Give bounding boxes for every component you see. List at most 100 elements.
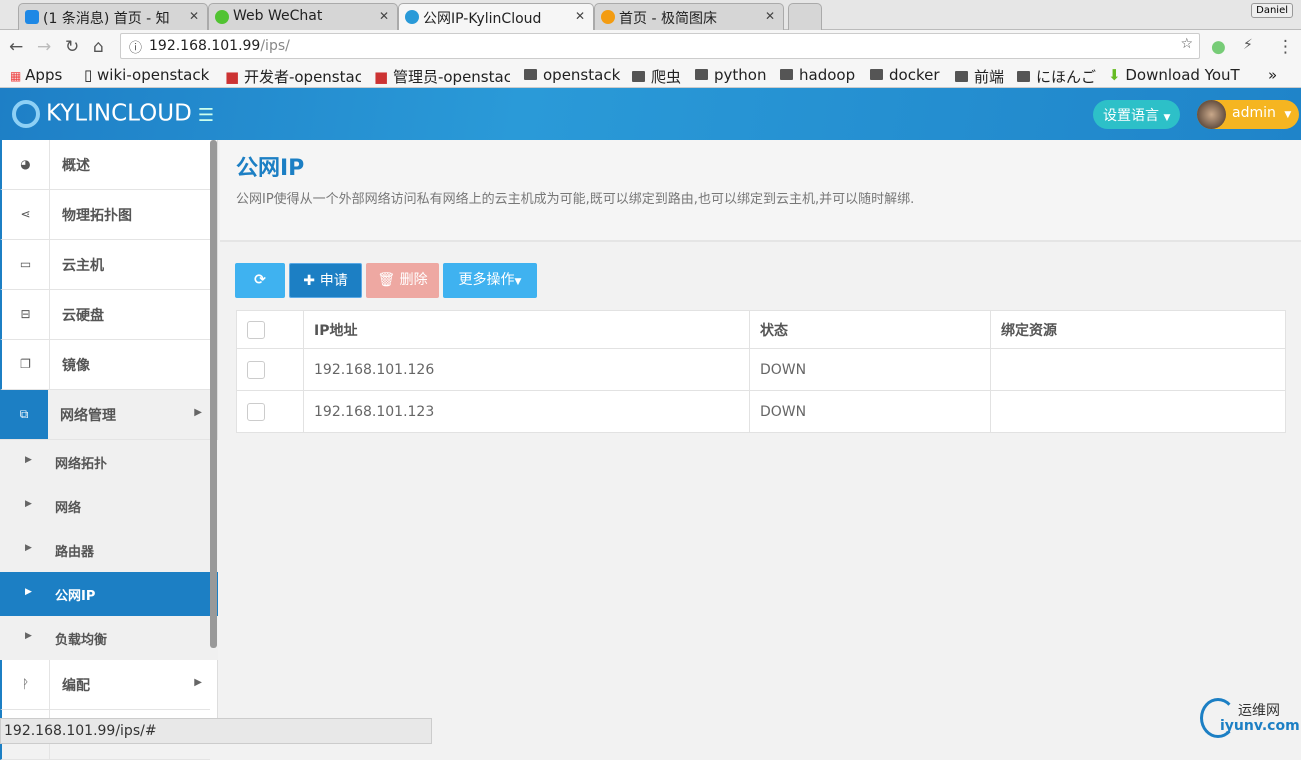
list-toggle-icon[interactable]: ☰ xyxy=(198,105,214,126)
watermark-url: iyunv.com xyxy=(1220,718,1300,734)
sidebar-item-network[interactable]: ⧉ 网络管理 ▶ xyxy=(0,390,210,440)
browser-status-bar: 192.168.101.99/ips/# xyxy=(0,718,432,744)
bookmark-folder[interactable]: hadoop xyxy=(780,66,855,84)
download-icon: ⬇ xyxy=(1108,66,1126,84)
forward-icon[interactable]: → xyxy=(37,37,51,57)
reload-icon[interactable]: ↻ xyxy=(65,37,79,57)
tab-label: Web WeChat xyxy=(233,8,323,24)
logo-text: KYLINCLOUD xyxy=(46,100,192,127)
caret-right-icon: ▶ xyxy=(194,407,202,418)
delete-button[interactable]: 🗑 删除 xyxy=(366,263,439,298)
bookmark-label: wiki-openstack xyxy=(97,66,210,84)
sidebar-item-instances[interactable]: ▭ 云主机 xyxy=(0,240,210,290)
sidebar-label: 编配 xyxy=(62,678,90,694)
sidebar-sub-routers[interactable]: ▶ 路由器 xyxy=(0,528,218,572)
browser-tab[interactable]: 首页 - 极简图床 ✕ xyxy=(594,3,784,30)
sidebar-scrollbar[interactable] xyxy=(210,140,217,648)
column-header-ip[interactable]: IP地址 xyxy=(303,310,750,349)
bookmark-label: Download YouT xyxy=(1125,66,1240,84)
star-icon[interactable]: ☆ xyxy=(1180,36,1193,52)
close-icon[interactable]: ✕ xyxy=(765,9,775,23)
close-icon[interactable]: ✕ xyxy=(575,9,585,23)
table-row[interactable]: 192.168.101.123 DOWN xyxy=(236,390,1286,433)
bookmark-label: 爬虫 xyxy=(651,68,682,86)
row-checkbox[interactable] xyxy=(247,360,265,379)
column-header-status[interactable]: 状态 xyxy=(749,310,991,349)
bookmark-folder[interactable]: 爬虫 xyxy=(632,66,681,87)
folder-icon xyxy=(780,69,793,80)
sidebar-sub-load-balancers[interactable]: ▶ 负载均衡 xyxy=(0,616,218,660)
new-tab-button[interactable] xyxy=(788,3,822,30)
home-icon[interactable]: ⌂ xyxy=(93,37,104,57)
bookmark[interactable]: ■ 开发者-openstac xyxy=(225,66,361,87)
more-actions-dropdown[interactable]: 更多操作▼ xyxy=(443,263,537,298)
close-icon[interactable]: ✕ xyxy=(189,9,199,23)
bookmark-icon: ■ xyxy=(374,68,393,86)
bookmark-label: docker xyxy=(889,66,940,84)
apply-button[interactable]: ✚ 申请 xyxy=(289,263,362,298)
delete-label: 删除 xyxy=(399,272,428,288)
avatar xyxy=(1197,100,1226,129)
language-label: 设置语言 xyxy=(1103,108,1159,124)
folder-icon xyxy=(1017,71,1030,82)
sidebar-item-orchestration[interactable]: ᚹ 编配 ▶ xyxy=(0,660,210,710)
extension-icon[interactable]: ● xyxy=(1211,37,1226,57)
caret-down-icon: ▼ xyxy=(514,277,522,287)
column-header-resource[interactable]: 绑定资源 xyxy=(990,310,1286,349)
watermark-text: 运维网 xyxy=(1238,703,1280,719)
sidebar-item-overview[interactable]: ◕ 概述 xyxy=(0,140,210,190)
plus-icon: ✚ xyxy=(303,273,320,289)
browser-tab[interactable]: (1 条消息) 首页 - 知 ✕ xyxy=(18,3,208,30)
logo[interactable]: KYLINCLOUD ☰ xyxy=(12,100,214,128)
sidebar-item-topology[interactable]: ⋖ 物理拓扑图 xyxy=(0,190,210,240)
language-dropdown[interactable]: 设置语言 ▼ xyxy=(1093,100,1181,129)
url-input[interactable]: ⓘ 192.168.101.99/ips/ ☆ xyxy=(120,33,1200,59)
sidebar-sub-network-topology[interactable]: ▶ 网络拓扑 xyxy=(0,440,218,484)
caret-right-icon: ▶ xyxy=(25,631,32,641)
browser-tab-active[interactable]: 公网IP-KylinCloud ✕ xyxy=(398,3,594,31)
user-dropdown[interactable]: admin ▼ xyxy=(1197,100,1299,129)
logo-icon xyxy=(12,100,40,128)
bookmark[interactable]: ▯ wiki-openstack xyxy=(84,66,214,84)
bookmark-folder[interactable]: python xyxy=(695,66,766,84)
bookmark-folder[interactable]: にほんご xyxy=(1017,66,1096,87)
caret-right-icon: ▶ xyxy=(25,587,32,597)
bookmark-label: python xyxy=(714,66,767,84)
bookmark-label: 前端 xyxy=(974,68,1005,86)
bookmark-folder[interactable]: 前端 xyxy=(955,66,1004,87)
sidebar-item-volumes[interactable]: ⊟ 云硬盘 xyxy=(0,290,210,340)
sidebar-item-images[interactable]: ❐ 镜像 xyxy=(0,340,210,390)
back-icon[interactable]: ← xyxy=(9,37,23,57)
apply-label: 申请 xyxy=(319,273,348,289)
row-checkbox[interactable] xyxy=(247,402,265,421)
more-bookmarks[interactable]: » xyxy=(1268,66,1277,84)
menu-icon[interactable]: ⋮ xyxy=(1277,37,1294,57)
bookmark-folder[interactable]: docker xyxy=(870,66,940,84)
url-path: /ips/ xyxy=(260,38,290,54)
bookmark-folder[interactable]: openstack xyxy=(524,66,620,84)
more-actions-label: 更多操作 xyxy=(458,272,515,288)
caret-right-icon: ▶ xyxy=(194,677,202,688)
bookmark[interactable]: ⬇ Download YouT xyxy=(1108,66,1248,84)
browser-tab[interactable]: Web WeChat ✕ xyxy=(208,3,398,30)
ip-cell: 192.168.101.126 xyxy=(303,348,750,391)
sidebar-sub-floating-ips[interactable]: ▶ 公网IP xyxy=(0,572,218,616)
sidebar-label: 网络 xyxy=(55,501,82,516)
user-name: admin xyxy=(1232,105,1276,121)
apps-icon: ▦ xyxy=(10,69,26,83)
bookmark-apps[interactable]: ▦ Apps xyxy=(10,66,62,84)
bookmark-label: にほんご xyxy=(1036,68,1097,86)
close-icon[interactable]: ✕ xyxy=(379,9,389,23)
bookmark-label: Apps xyxy=(25,66,63,84)
code-fork-icon: ᚹ xyxy=(2,660,50,709)
bookmarks-bar: ▦ Apps ▯ wiki-openstack ■ 开发者-openstac ■… xyxy=(0,62,1301,88)
sidebar-sub-networks[interactable]: ▶ 网络 xyxy=(0,484,218,528)
table-row[interactable]: 192.168.101.126 DOWN xyxy=(236,348,1286,391)
app-header: KYLINCLOUD ☰ 设置语言 ▼ admin ▼ xyxy=(0,88,1301,140)
refresh-button[interactable]: ⟳ xyxy=(235,263,285,298)
bookmark[interactable]: ■ 管理员-openstac xyxy=(374,66,510,87)
extension-icon[interactable]: ⚡ xyxy=(1243,37,1253,53)
caret-right-icon: ▶ xyxy=(25,499,32,509)
profile-button[interactable]: Daniel xyxy=(1251,3,1293,18)
select-all-checkbox[interactable] xyxy=(247,320,265,339)
